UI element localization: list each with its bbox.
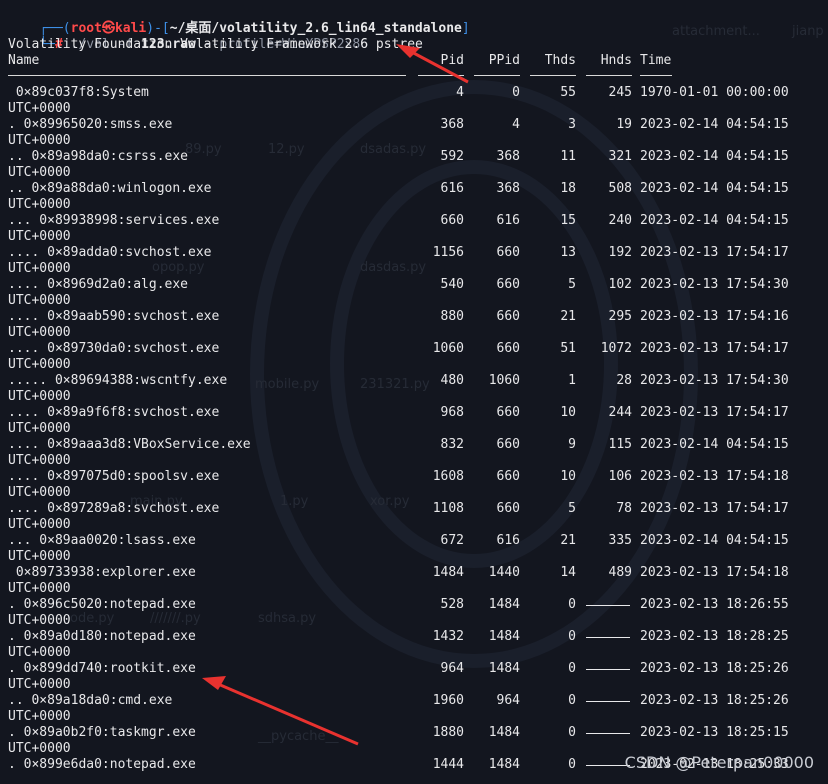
- terminal-window[interactable]: attachment... jianp 12.py dsadas.py 89.p…: [0, 0, 828, 784]
- arrow-to-banner: [407, 48, 469, 84]
- csdn-watermark: CSDN @Peterpan00000: [624, 753, 814, 772]
- arrow-to-rootkit: [217, 682, 359, 746]
- arrow-head-rootkit: [202, 676, 226, 690]
- annotation-arrows: [202, 44, 469, 746]
